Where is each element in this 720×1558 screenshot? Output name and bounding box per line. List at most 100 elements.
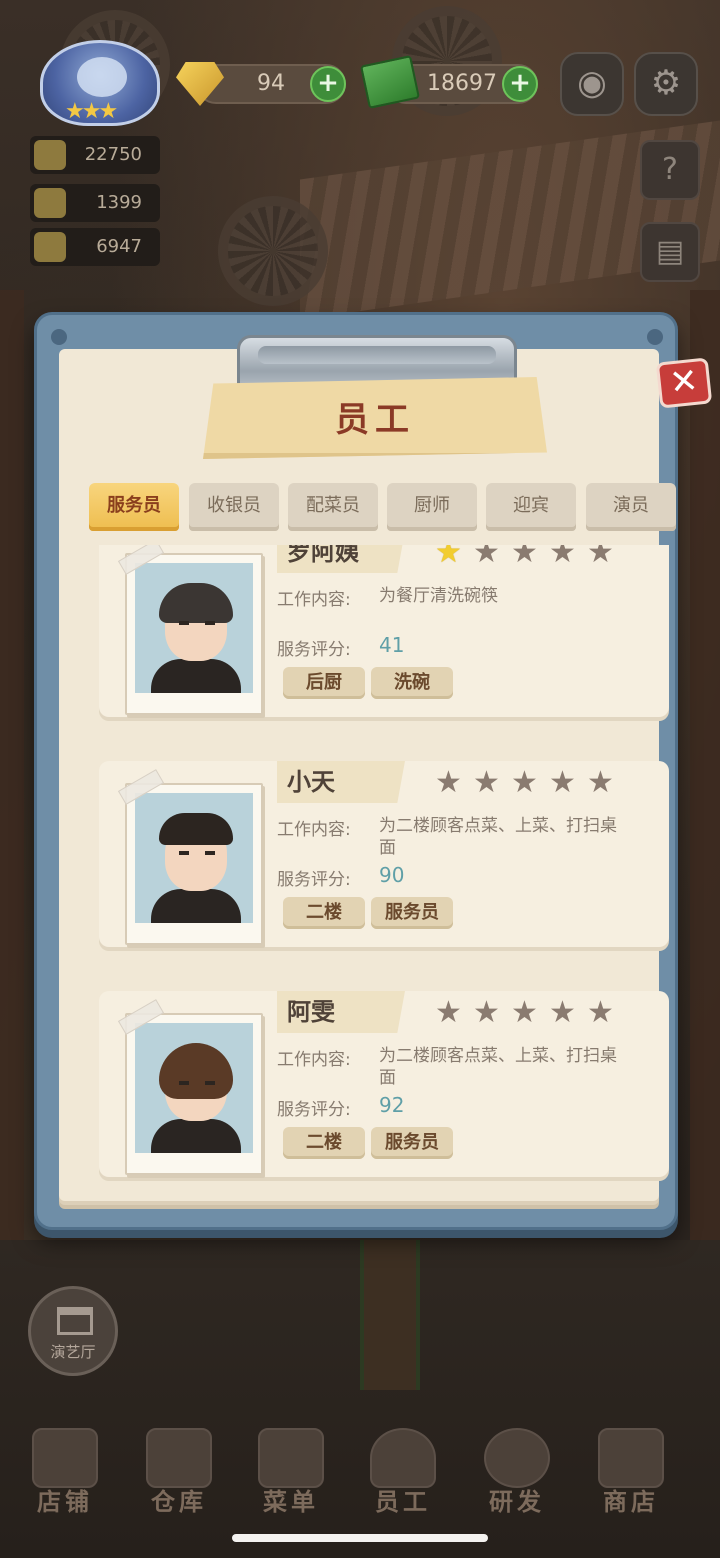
settings-button[interactable]: ⚙: [634, 52, 698, 116]
rating-label: 服务评分:: [277, 870, 351, 890]
top-hud: ★★★ 94 + 18697 + ◉ ⚙ 22750 1399 6947 ? ▤: [0, 0, 720, 282]
add-cash-button[interactable]: +: [502, 66, 538, 102]
avatar-body: [151, 1119, 241, 1153]
star-icon: ★: [587, 545, 614, 570]
star-icon: ★: [511, 995, 538, 1030]
help-book-button[interactable]: ?: [640, 140, 700, 200]
gear-icon: ⚙: [650, 63, 682, 103]
nav-menu[interactable]: 菜单: [236, 1410, 346, 1528]
job-description: 为二楼顾客点菜、上菜、打扫桌面: [379, 816, 617, 858]
staff-tag: 洗碗: [371, 667, 453, 699]
crate-icon: [146, 1428, 212, 1488]
tab-performer[interactable]: 演员: [586, 483, 676, 531]
rating-value: 90: [379, 863, 405, 887]
staff-list[interactable]: 罗阿姨 ★ ★ ★ ★ ★ 工作内容: 为餐厅清洗碗筷 服务评分: 41 后厨 …: [99, 545, 669, 1185]
stat-customers: 1399: [30, 184, 160, 222]
help-book-icon: ?: [662, 152, 678, 187]
staff-portrait: [135, 563, 253, 693]
staff-star-rating: ★ ★ ★ ★ ★: [435, 545, 625, 569]
job-label: 工作内容:: [277, 590, 351, 610]
staff-tag: 二楼: [283, 1127, 365, 1159]
staff-photo: [117, 999, 263, 1175]
tab-prep-cook[interactable]: 配菜员: [288, 483, 378, 531]
stat-reputation: 22750: [30, 136, 160, 174]
badge-stars-icon: ★★★: [65, 99, 118, 124]
staff-star-rating: ★ ★ ★ ★ ★: [435, 997, 625, 1029]
staff-card[interactable]: 阿雯 ★ ★ ★ ★ ★ 工作内容: 为二楼顾客点菜、上菜、打扫桌面 服务评分:…: [99, 991, 669, 1177]
staff-portrait: [135, 1023, 253, 1153]
staff-panel: 员工 服务员 收银员 配菜员 厨师 迎宾 演员 罗阿姨 ★ ★ ★ ★ ★ 工作…: [34, 312, 678, 1230]
staff-name-banner: 罗阿姨: [277, 545, 405, 573]
staff-name: 罗阿姨: [287, 545, 359, 566]
job-description: 为二楼顾客点菜、上菜、打扫桌面: [379, 1046, 617, 1088]
staff-category-tabs: 服务员 收银员 配菜员 厨师 迎宾 演员: [89, 483, 679, 533]
stat-value: 6947: [96, 236, 142, 257]
recipe-book-icon: ▤: [655, 234, 685, 269]
job-label: 工作内容:: [277, 820, 351, 840]
staff-card[interactable]: 罗阿姨 ★ ★ ★ ★ ★ 工作内容: 为餐厅清洗碗筷 服务评分: 41 后厨 …: [99, 545, 669, 717]
reputation-icon: [34, 140, 66, 170]
star-icon: ★: [549, 995, 576, 1030]
theater-button[interactable]: 演艺厅: [28, 1286, 118, 1376]
nav-label: 研发: [489, 1488, 545, 1516]
staff-name-banner: 阿雯: [277, 991, 405, 1033]
nav-label: 仓库: [151, 1488, 207, 1516]
avatar-hair: [159, 1043, 233, 1099]
staff-card[interactable]: 小天 ★ ★ ★ ★ ★ 工作内容: 为二楼顾客点菜、上菜、打扫桌面 服务评分:…: [99, 761, 669, 947]
home-indicator[interactable]: [232, 1534, 488, 1542]
star-icon: ★: [549, 545, 576, 570]
theater-icon: [57, 1307, 93, 1335]
screw-icon: [51, 329, 67, 345]
tab-waiter[interactable]: 服务员: [89, 483, 179, 531]
customers-icon: [34, 188, 66, 218]
close-button[interactable]: ✕: [655, 357, 713, 409]
nav-research[interactable]: 研发: [462, 1410, 572, 1528]
rating-value: 41: [379, 633, 405, 657]
staff-name-banner: 小天: [277, 761, 405, 803]
rating-label: 服务评分:: [277, 640, 351, 660]
avatar-eyes: [179, 621, 215, 625]
bottom-nav: 店铺 仓库 菜单 员工 研发 商店: [0, 1410, 720, 1530]
star-icon: ★: [587, 765, 614, 800]
nav-staff[interactable]: 员工: [348, 1410, 458, 1528]
player-rank-badge[interactable]: ★★★: [40, 40, 160, 126]
clipboard-menu-icon: [258, 1428, 324, 1488]
nav-shop-building[interactable]: 店铺: [10, 1410, 120, 1528]
avatar-eyes: [179, 851, 215, 855]
avatar-body: [151, 889, 241, 923]
background-aisle: [360, 1240, 420, 1390]
camera-button[interactable]: ◉: [560, 52, 624, 116]
tab-greeter[interactable]: 迎宾: [486, 483, 576, 531]
nav-label: 店铺: [37, 1488, 93, 1516]
tickets-icon: [34, 232, 66, 262]
avatar-eyes: [179, 1081, 215, 1085]
staff-person-icon: [370, 1428, 436, 1488]
nav-store[interactable]: 商店: [576, 1410, 686, 1528]
staff-star-rating: ★ ★ ★ ★ ★: [435, 767, 625, 799]
recipe-book-button[interactable]: ▤: [640, 222, 700, 282]
nav-warehouse[interactable]: 仓库: [124, 1410, 234, 1528]
staff-tag: 服务员: [371, 897, 453, 929]
tab-cashier[interactable]: 收银员: [189, 483, 279, 531]
star-icon: ★: [511, 545, 538, 570]
rating-label: 服务评分:: [277, 1100, 351, 1120]
nav-label: 员工: [375, 1488, 431, 1516]
staff-name: 小天: [287, 768, 335, 796]
star-icon: ★: [473, 545, 500, 570]
staff-tag: 二楼: [283, 897, 365, 929]
nav-label: 商店: [603, 1488, 659, 1516]
star-icon: ★: [435, 995, 462, 1030]
staff-portrait: [135, 793, 253, 923]
star-icon: ★: [435, 765, 462, 800]
cooking-pot-icon: [484, 1428, 550, 1488]
star-icon: ★: [549, 765, 576, 800]
tab-chef[interactable]: 厨师: [387, 483, 477, 531]
star-icon: ★: [587, 995, 614, 1030]
add-gems-button[interactable]: +: [310, 66, 346, 102]
background-pillar: [0, 290, 24, 1290]
star-icon: ★: [473, 995, 500, 1030]
star-icon: ★: [435, 545, 462, 570]
job-description: 为餐厅清洗碗筷: [379, 586, 498, 606]
job-label: 工作内容:: [277, 1050, 351, 1070]
rating-value: 92: [379, 1093, 405, 1117]
